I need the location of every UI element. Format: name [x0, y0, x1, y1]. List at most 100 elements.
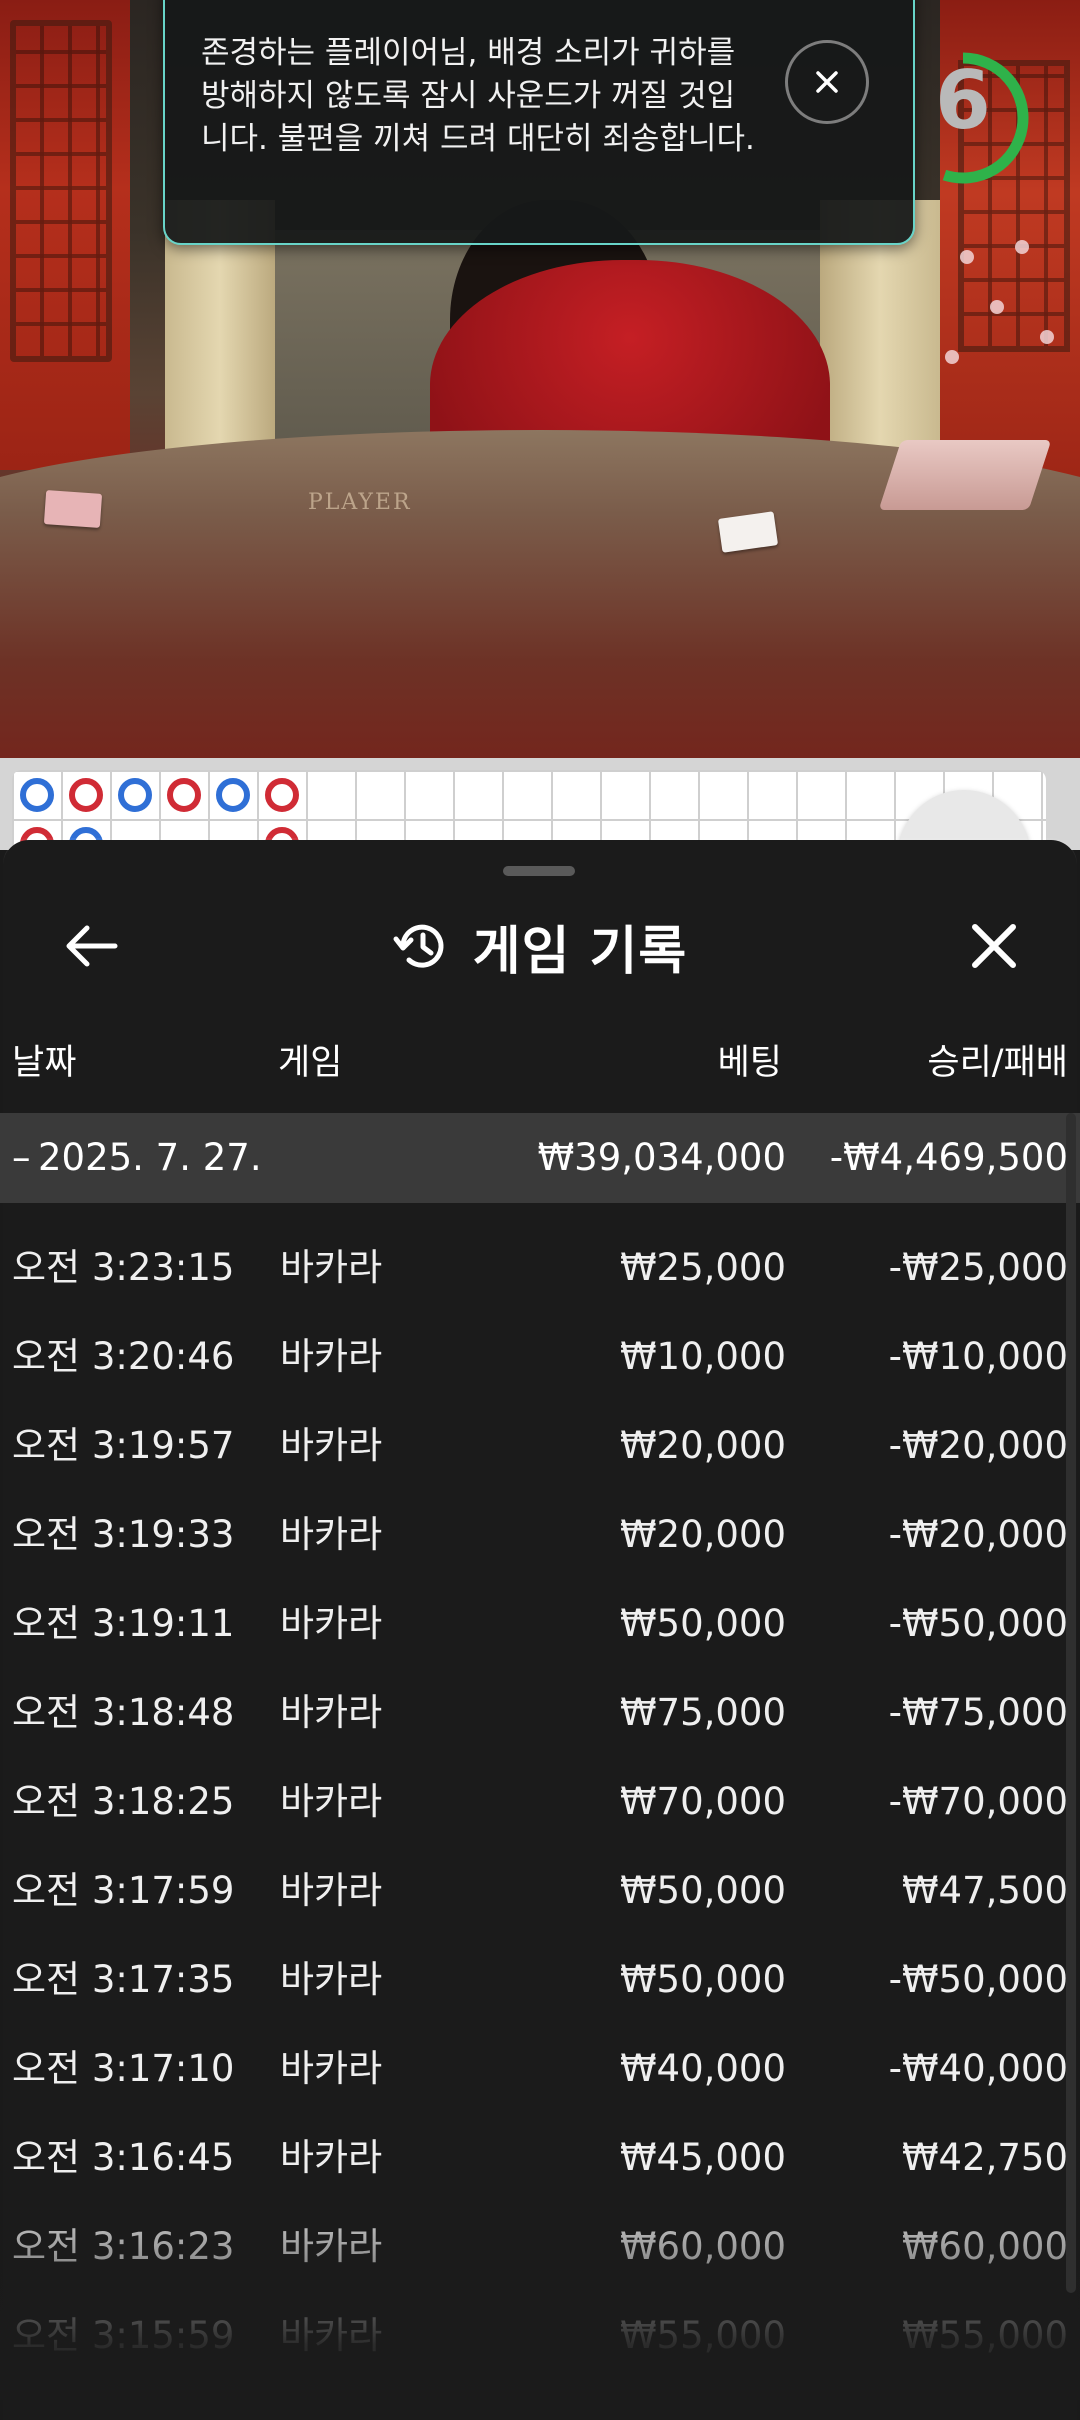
card-stack: [43, 490, 103, 528]
row-result: -₩50,000: [888, 1602, 1068, 1645]
row-result: ₩55,000: [901, 2314, 1068, 2357]
row-time: 오전 3:19:33: [12, 1513, 235, 1556]
row-bet: ₩50,000: [619, 1958, 786, 2001]
row-bet: ₩50,000: [619, 1869, 786, 1912]
blossom: [1040, 330, 1054, 344]
sheet-title: 게임 기록: [472, 921, 688, 982]
bead-blue: [216, 778, 250, 812]
row-bet: ₩55,000: [619, 2314, 786, 2357]
row-bet: ₩45,000: [619, 2136, 786, 2179]
row-game: 바카라: [280, 2225, 383, 2268]
table-row[interactable]: 오전 3:19:57 바카라 ₩20,000 -₩20,000: [0, 1401, 1080, 1490]
row-time: 오전 3:19:57: [12, 1424, 235, 1467]
player-area-label: PLAYER: [308, 490, 412, 515]
table-row[interactable]: 오전 3:19:33 바카라 ₩20,000 -₩20,000: [0, 1490, 1080, 1579]
row-time: 오전 3:16:23: [12, 2225, 235, 2268]
row-game: 바카라: [280, 2047, 383, 2090]
sheet-drag-handle[interactable]: [503, 866, 575, 876]
row-time: 오전 3:17:35: [12, 1958, 235, 2001]
row-game: 바카라: [280, 2314, 383, 2357]
row-result: -₩10,000: [888, 1335, 1068, 1378]
history-list[interactable]: 오전 3:23:15 바카라 ₩25,000 -₩25,000 오전 3:20:46 바카…: [0, 1223, 1080, 2400]
column-header-bet[interactable]: 베팅: [600, 1033, 782, 1093]
bead-red: [167, 778, 201, 812]
row-result: -₩75,000: [888, 1691, 1068, 1734]
table-row[interactable]: 오전 3:16:45 바카라 ₩45,000 ₩42,750: [0, 2113, 1080, 2202]
lattice-decoration-left: [10, 20, 112, 362]
collapse-toggle[interactable]: –: [12, 1128, 31, 1188]
bead-red: [265, 778, 299, 812]
countdown-value: 6: [935, 54, 991, 147]
row-result: -₩25,000: [888, 1246, 1068, 1289]
row-game: 바카라: [280, 1335, 383, 1378]
date-group-result-total: -₩4,469,500: [829, 1136, 1068, 1179]
date-group-bet-total: ₩39,034,000: [537, 1136, 786, 1179]
blossom: [945, 350, 959, 364]
row-bet: ₩50,000: [619, 1602, 786, 1645]
row-bet: ₩10,000: [619, 1335, 786, 1378]
sheet-header: 게임 기록: [3, 908, 1077, 984]
row-result: -₩20,000: [888, 1424, 1068, 1467]
row-game: 바카라: [280, 2136, 383, 2179]
close-icon: [816, 71, 838, 93]
row-bet: ₩70,000: [619, 1780, 786, 1823]
table-row[interactable]: 오전 3:17:10 바카라 ₩40,000 -₩40,000: [0, 2024, 1080, 2113]
date-group-date: 2025. 7. 27.: [38, 1136, 262, 1179]
row-bet: ₩40,000: [619, 2047, 786, 2090]
row-result: -₩20,000: [888, 1513, 1068, 1556]
bead-blue: [118, 778, 152, 812]
table-row[interactable]: 오전 3:17:35 바카라 ₩50,000 -₩50,000: [0, 1935, 1080, 2024]
close-sheet-button[interactable]: [958, 910, 1030, 982]
row-bet: ₩20,000: [619, 1513, 786, 1556]
table-row[interactable]: 오전 3:17:59 바카라 ₩50,000 ₩47,500: [0, 1846, 1080, 1935]
row-game: 바카라: [280, 1869, 383, 1912]
row-result: -₩50,000: [888, 1958, 1068, 2001]
table-row[interactable]: 오전 3:18:25 바카라 ₩70,000 -₩70,000: [0, 1757, 1080, 1846]
table-row[interactable]: 오전 3:18:48 바카라 ₩75,000 -₩75,000: [0, 1668, 1080, 1757]
table-row[interactable]: 오전 3:23:15 바카라 ₩25,000 -₩25,000: [0, 1223, 1080, 1312]
bead-road-grid: [12, 770, 1046, 850]
table-row[interactable]: 오전 3:19:11 바카라 ₩50,000 -₩50,000: [0, 1579, 1080, 1668]
row-time: 오전 3:20:46: [12, 1335, 235, 1378]
sound-notice-toast: 존경하는 플레이어님, 배경 소리가 귀하를 방해하지 않도록 잠시 사운드가 …: [163, 0, 915, 245]
row-time: 오전 3:17:59: [12, 1869, 235, 1912]
row-result: -₩70,000: [888, 1780, 1068, 1823]
row-game: 바카라: [280, 1513, 383, 1556]
table-row[interactable]: 오전 3:16:23 바카라 ₩60,000 ₩60,000: [0, 2202, 1080, 2291]
history-scrollbar[interactable]: [1066, 1113, 1076, 2293]
row-result: ₩42,750: [901, 2136, 1068, 2179]
column-header-result[interactable]: 승리/패배: [820, 1033, 1068, 1093]
row-bet: ₩25,000: [619, 1246, 786, 1289]
bead-blue: [20, 778, 54, 812]
row-time: 오전 3:17:10: [12, 2047, 235, 2090]
row-bet: ₩75,000: [619, 1691, 786, 1734]
bead-red: [69, 778, 103, 812]
row-game: 바카라: [280, 1602, 383, 1645]
row-time: 오전 3:19:11: [12, 1602, 235, 1645]
row-time: 오전 3:18:25: [12, 1780, 235, 1823]
table-row[interactable]: 오전 3:15:59 바카라 ₩55,000 ₩55,000: [0, 2291, 1080, 2380]
column-header-game[interactable]: 게임: [278, 1033, 342, 1093]
row-game: 바카라: [280, 1424, 383, 1467]
row-game: 바카라: [280, 1246, 383, 1289]
row-bet: ₩20,000: [619, 1424, 786, 1467]
row-game: 바카라: [280, 1780, 383, 1823]
row-game: 바카라: [280, 1958, 383, 2001]
row-result: ₩47,500: [901, 1869, 1068, 1912]
row-time: 오전 3:16:45: [12, 2136, 235, 2179]
row-time: 오전 3:18:48: [12, 1691, 235, 1734]
toast-message: 존경하는 플레이어님, 배경 소리가 귀하를 방해하지 않도록 잠시 사운드가 …: [201, 35, 755, 157]
countdown-timer: 6: [908, 38, 1038, 188]
date-group-row[interactable]: – 2025. 7. 27. ₩39,034,000 -₩4,469,500: [0, 1113, 1080, 1203]
row-result: ₩60,000: [901, 2225, 1068, 2268]
toast-close-button[interactable]: [785, 40, 869, 124]
row-bet: ₩60,000: [619, 2225, 786, 2268]
row-game: 바카라: [280, 1691, 383, 1734]
column-header-date[interactable]: 날짜: [12, 1033, 76, 1093]
row-result: -₩40,000: [888, 2047, 1068, 2090]
row-time: 오전 3:15:59: [12, 2314, 235, 2357]
history-icon: [393, 924, 444, 968]
table-row[interactable]: 오전 3:20:46 바카라 ₩10,000 -₩10,000: [0, 1312, 1080, 1401]
card-shoe: [878, 440, 1052, 510]
blossom: [990, 300, 1004, 314]
